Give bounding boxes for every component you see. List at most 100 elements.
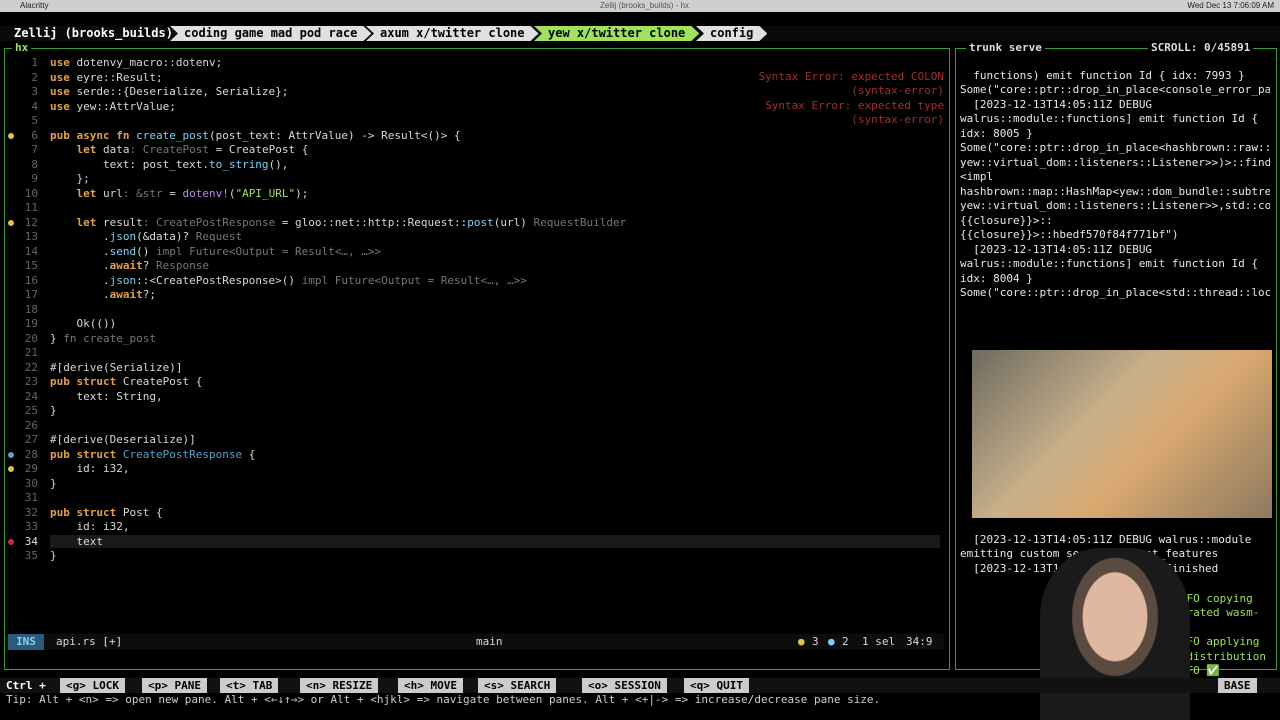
line-number: 8 [31, 157, 38, 171]
line-number: 22 [24, 360, 38, 374]
log-line: [2023-12-13T14:05:11Z DEBUG walrus::modu… [960, 242, 1270, 300]
keybind--h-move[interactable]: <h> MOVE [398, 678, 463, 693]
line-number: 32 [24, 505, 38, 519]
line-number: 1 [31, 56, 38, 69]
line-number: 30 [24, 476, 38, 490]
warning-count: 3 [812, 635, 819, 648]
code-line[interactable]: pub struct CreatePost { [50, 375, 202, 388]
line-number: 5 [31, 114, 38, 127]
code-line[interactable]: text: post_text.to_string(), [50, 158, 288, 171]
code-line[interactable]: id: i32, [50, 520, 129, 533]
diagnostic-1: Syntax Error: expected COLON [758, 70, 944, 83]
log-pane-title: trunk serve [966, 41, 1045, 54]
code-line[interactable]: .send() impl Future<Output = Result<…, …… [50, 245, 381, 258]
zellij-keybind-bar: Ctrl + <g> LOCK <p> PANE <t> TAB <n> RESIZE <… [0, 678, 1280, 693]
tab-axum[interactable]: axum x/twitter clone [366, 26, 539, 41]
log-block-1: functions) emit function Id { idx: 7993 … [960, 54, 1270, 344]
code-line[interactable]: pub async fn create_post(post_text: Attr… [50, 129, 461, 142]
code-line[interactable]: }; [50, 172, 89, 185]
code-line[interactable]: .json::<CreatePostResponse>() impl Futur… [50, 274, 527, 287]
code-line[interactable]: #[derive(Deserialize)] [50, 433, 196, 446]
mode-indicator: INS [8, 634, 44, 650]
code-line[interactable]: .json(&data)? Request [50, 230, 242, 243]
tab-yew[interactable]: yew x/twitter clone [534, 26, 699, 41]
tab-mad-pod-race[interactable]: coding game mad pod race [170, 26, 371, 41]
line-number: 16 [24, 273, 38, 287]
streamer-cam-overlay [1040, 548, 1190, 720]
diagnostic-2-kind: (syntax-error) [851, 113, 944, 126]
code-line[interactable]: text: String, [50, 390, 162, 403]
code-line[interactable]: use dotenvy_macro::dotenv; [50, 56, 222, 69]
code-line[interactable]: pub struct Post { [50, 506, 163, 519]
code-line[interactable]: Ok(()) [50, 317, 116, 330]
line-number: 34 [24, 534, 38, 548]
code-line[interactable]: use yew::AttrValue; [50, 100, 176, 113]
code-line[interactable]: text [50, 534, 940, 548]
log-line: [2023-12-13T14:05:11Z DEBUG walrus::modu… [960, 97, 1270, 242]
line-number: 18 [24, 302, 38, 316]
code-line[interactable]: id: i32, [50, 462, 129, 475]
scroll-indicator: SCROLL: 0/45891 [1148, 41, 1254, 54]
code-line[interactable]: } [50, 549, 57, 562]
line-number: 27 [24, 433, 38, 446]
clock: Wed Dec 13 7:06:09 AM [1187, 1, 1274, 10]
line-number: 21 [24, 346, 38, 359]
mac-menu-bar: Alacritty Zellij (brooks_builds) - hx We… [0, 0, 1280, 12]
line-number: 20 [24, 331, 38, 345]
code-line[interactable]: } [50, 477, 57, 490]
code-line[interactable]: let result: CreatePostResponse = gloo::n… [50, 216, 627, 229]
line-number: 6 [31, 128, 38, 142]
keybind--t-tab[interactable]: <t> TAB [220, 678, 279, 693]
diagnostic-1-kind: (syntax-error) [851, 84, 944, 97]
hint-dot-icon: ● [828, 635, 835, 648]
editor-status-line: INS api.rs [+] main ● 3 ● 2 1 sel 34:9 [6, 634, 944, 650]
git-branch: main [476, 635, 503, 648]
line-number: 23 [24, 375, 38, 388]
line-number: 26 [24, 418, 38, 432]
code-line[interactable]: let data: CreatePost = CreatePost { [50, 143, 309, 156]
diagnostic-dot-icon [8, 466, 14, 472]
cursor-position: 34:9 [906, 635, 933, 648]
line-number: 7 [31, 143, 38, 156]
code-line[interactable]: use serde::{Deserialize, Serialize}; [50, 85, 288, 98]
code-line[interactable]: pub struct CreatePostResponse { [50, 448, 255, 461]
code-line[interactable]: } [50, 404, 57, 417]
code-line[interactable]: #[derive(Serialize)] [50, 361, 182, 374]
line-number: 2 [31, 70, 38, 84]
tab-config[interactable]: config [696, 26, 767, 41]
line-number: 31 [24, 491, 38, 504]
line-number: 15 [24, 259, 38, 272]
line-number: 25 [24, 404, 38, 417]
line-number: 24 [24, 389, 38, 403]
keybind--g-lock[interactable]: <g> LOCK [60, 678, 125, 693]
code-line[interactable]: .await?; [50, 288, 156, 301]
diagnostic-dot-icon [8, 132, 14, 139]
line-number: 28 [24, 447, 38, 461]
diagnostic-dot-icon [8, 219, 14, 226]
keybind-base[interactable]: BASE [1218, 678, 1257, 693]
keybind--n-resize[interactable]: <n> RESIZE [300, 678, 379, 693]
diagnostic-dot-icon [8, 538, 14, 545]
line-number: 14 [24, 244, 38, 258]
session-name: Zellij (brooks_builds) [14, 26, 173, 40]
app-name[interactable]: Alacritty [20, 0, 48, 12]
zellij-tab-bar: Zellij (brooks_builds) coding game mad p… [0, 26, 1280, 41]
code-line[interactable]: } fn create_post [50, 332, 156, 345]
keybind--p-pane[interactable]: <p> PANE [142, 678, 207, 693]
line-number: 29 [24, 462, 38, 475]
editor-pane-title: hx [12, 41, 32, 54]
log-line: functions) emit function Id { idx: 7993 … [960, 68, 1270, 97]
code-line[interactable]: use eyre::Result; [50, 71, 163, 84]
diagnostic-dot-icon [8, 451, 14, 458]
code-line[interactable]: .await? Response [50, 259, 209, 272]
line-number: 12 [24, 215, 38, 229]
code-line[interactable]: let url: &str = dotenv!("API_URL"); [50, 187, 309, 200]
selection-count: 1 sel [862, 635, 896, 648]
file-name: api.rs [+] [56, 635, 123, 648]
line-number: 35 [24, 549, 38, 562]
keybind--s-search[interactable]: <s> SEARCH [478, 678, 557, 693]
hint-count: 2 [842, 635, 849, 648]
keybind--q-quit[interactable]: <q> QUIT [684, 678, 749, 693]
line-number: 4 [31, 99, 38, 113]
keybind--o-session[interactable]: <o> SESSION [582, 678, 667, 693]
